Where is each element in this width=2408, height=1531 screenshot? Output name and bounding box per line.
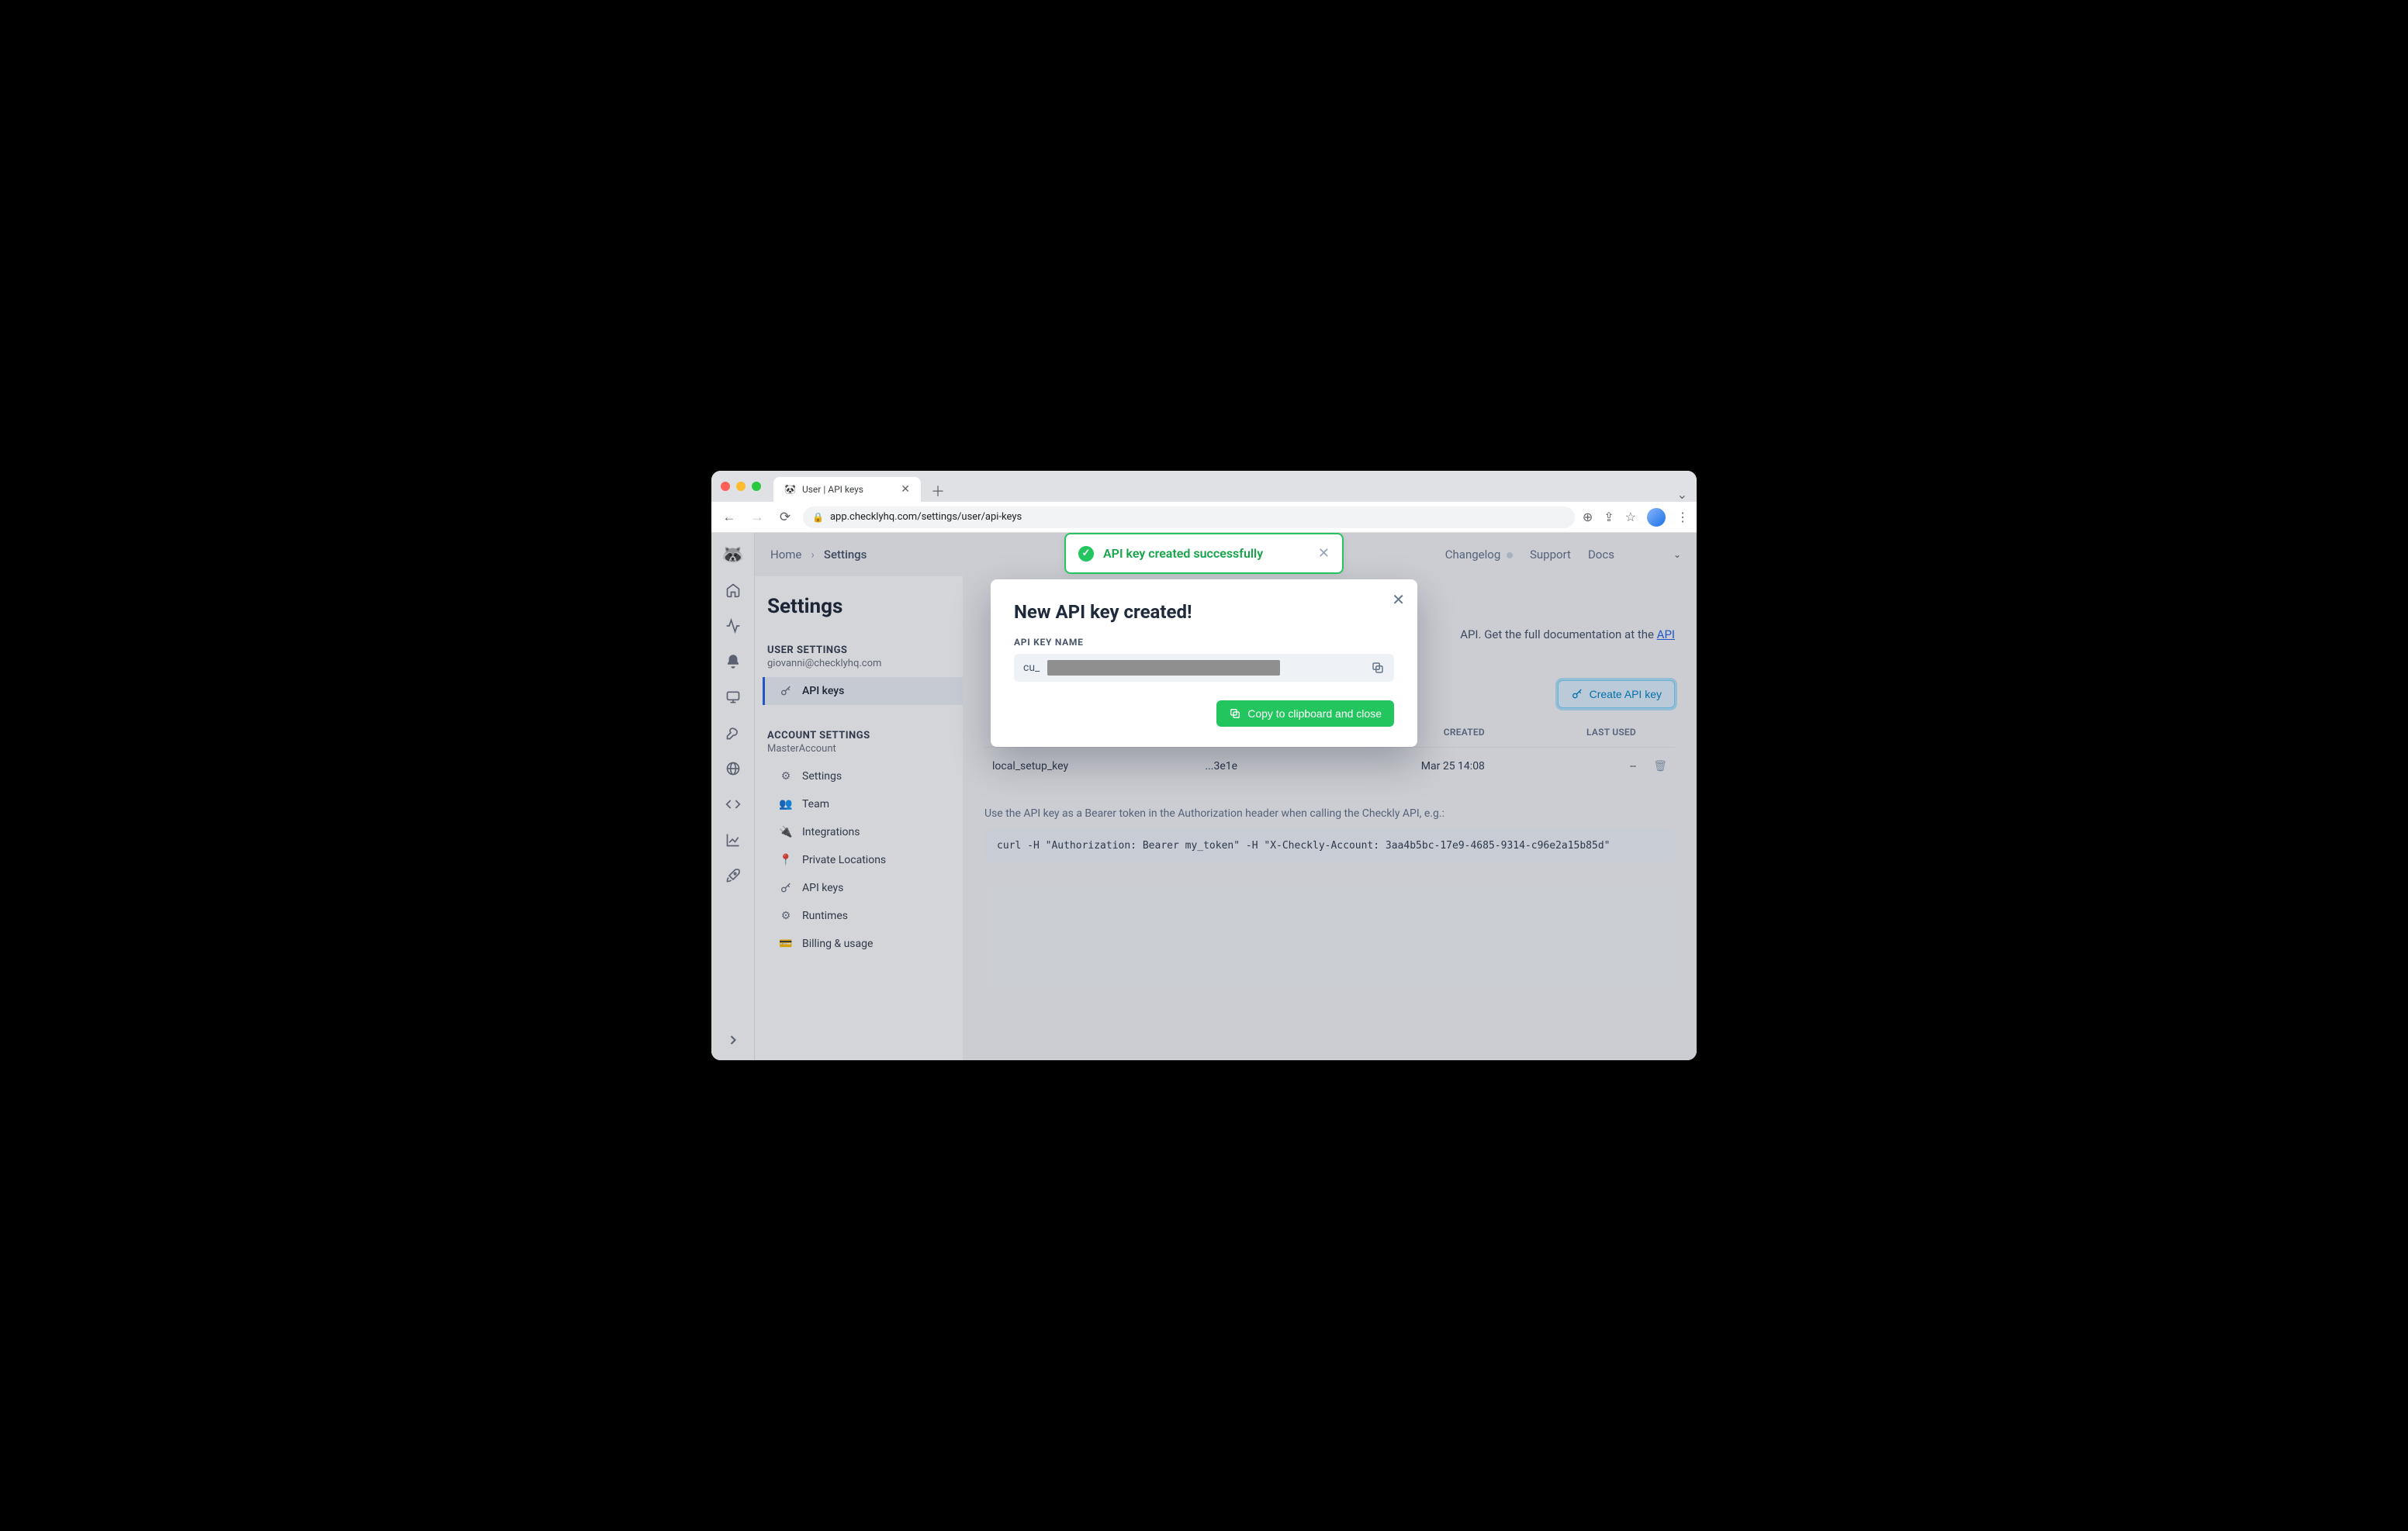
browser-window: 🐼 User | API keys ✕ ＋ ⌄ ← → ⟳ 🔒 app.chec…	[711, 471, 1697, 1060]
check-circle-icon: ✓	[1078, 546, 1094, 562]
tab-list-chevron-icon[interactable]: ⌄	[1677, 487, 1687, 502]
app-root: 🦝	[711, 533, 1697, 1060]
reload-button[interactable]: ⟳	[775, 510, 795, 525]
redacted-key	[1047, 660, 1280, 676]
kebab-menu-icon[interactable]: ⋮	[1676, 510, 1689, 524]
copy-icon[interactable]	[1371, 661, 1385, 675]
key-prefix: cu_	[1023, 662, 1040, 674]
button-label: Copy to clipboard and close	[1247, 707, 1382, 720]
browser-toolbar: ← → ⟳ 🔒 app.checklyhq.com/settings/user/…	[711, 502, 1697, 533]
lock-icon: 🔒	[812, 512, 824, 523]
tab-favicon: 🐼	[784, 484, 796, 495]
toast-message: API key created successfully	[1103, 546, 1263, 561]
toolbar-right: ⊕ ⇪ ☆ ⋮	[1583, 508, 1689, 527]
copy-and-close-button[interactable]: Copy to clipboard and close	[1216, 700, 1394, 727]
close-toast-icon[interactable]: ✕	[1318, 545, 1330, 562]
zoom-icon[interactable]: ⊕	[1583, 510, 1593, 524]
new-api-key-modal: ✕ New API key created! API KEY NAME cu_ …	[991, 579, 1417, 747]
share-icon[interactable]: ⇪	[1604, 510, 1614, 524]
api-key-box: cu_	[1014, 654, 1394, 682]
tab-title: User | API keys	[802, 484, 863, 495]
close-tab-icon[interactable]: ✕	[901, 483, 910, 496]
bookmark-icon[interactable]: ☆	[1625, 510, 1636, 524]
browser-tab[interactable]: 🐼 User | API keys ✕	[773, 477, 921, 502]
new-tab-button[interactable]: ＋	[927, 480, 949, 502]
address-bar[interactable]: 🔒 app.checklyhq.com/settings/user/api-ke…	[803, 506, 1575, 528]
url-text: app.checklyhq.com/settings/user/api-keys	[830, 511, 1022, 523]
close-modal-icon[interactable]: ✕	[1392, 590, 1405, 609]
close-window-button[interactable]	[721, 482, 730, 491]
success-toast: ✓ API key created successfully ✕	[1064, 533, 1344, 574]
minimize-window-button[interactable]	[736, 482, 746, 491]
modal-field-label: API KEY NAME	[1014, 637, 1394, 648]
forward-button[interactable]: →	[747, 510, 767, 525]
window-controls	[721, 471, 761, 502]
back-button[interactable]: ←	[719, 510, 739, 525]
profile-avatar[interactable]	[1647, 508, 1666, 527]
maximize-window-button[interactable]	[752, 482, 761, 491]
browser-tabbar: 🐼 User | API keys ✕ ＋ ⌄	[711, 471, 1697, 502]
modal-title: New API key created!	[1014, 601, 1394, 623]
copy-icon	[1229, 707, 1241, 720]
